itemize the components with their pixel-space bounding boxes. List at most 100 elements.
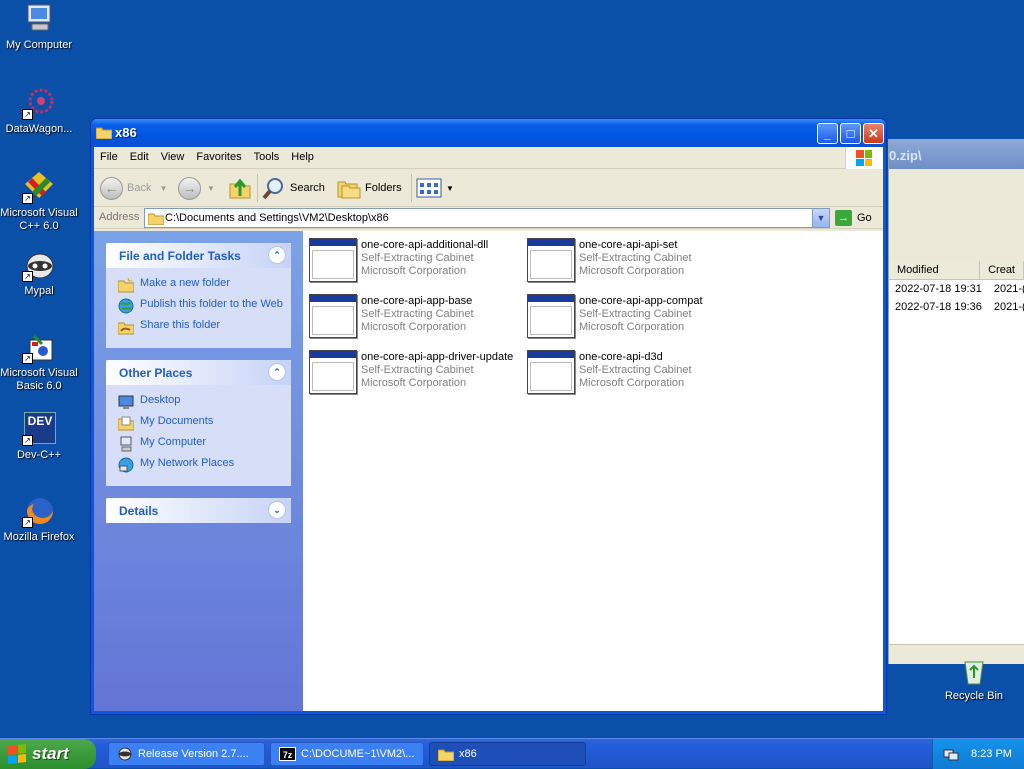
file-item[interactable]: one-core-api-additional-dll Self-Extract… — [309, 238, 519, 284]
taskbar-button-x86[interactable]: x86 — [429, 742, 586, 766]
go-arrow-icon: → — [835, 210, 852, 226]
shortcut-arrow-icon: ↗ — [22, 435, 33, 446]
place-label: Desktop — [140, 394, 181, 406]
task-pane: File and Folder Tasks ⌃ Make a new folde… — [94, 231, 303, 711]
shortcut-arrow-icon: ↗ — [22, 193, 33, 204]
up-button[interactable] — [228, 175, 252, 201]
background-window-title: 0.zip\ — [889, 148, 922, 163]
desktop-icon-visual-basic[interactable]: ↗ Microsoft Visual Basic 6.0 — [0, 330, 78, 393]
menu-tools[interactable]: Tools — [248, 147, 286, 169]
desktop-icon-recycle-bin[interactable]: Recycle Bin — [938, 660, 1010, 702]
menu-help[interactable]: Help — [285, 147, 320, 169]
other-places-header[interactable]: Other Places ⌃ — [106, 360, 291, 385]
forward-button[interactable]: → ▼ — [178, 175, 215, 201]
start-button[interactable]: start — [0, 739, 96, 769]
seven-zip-icon: 7z — [279, 747, 296, 761]
file-item[interactable]: one-core-api-app-driver-update Self-Extr… — [309, 350, 519, 396]
address-dropdown-button[interactable]: ▼ — [812, 209, 829, 227]
file-item[interactable]: one-core-api-api-set Self-Extracting Cab… — [527, 238, 737, 284]
address-input[interactable]: C:\Documents and Settings\VM2\Desktop\x8… — [144, 208, 830, 228]
network-tray-icon[interactable] — [943, 746, 959, 762]
release-app-icon — [118, 747, 132, 761]
file-view[interactable]: one-core-api-additional-dll Self-Extract… — [303, 231, 883, 711]
details-header[interactable]: Details ⌄ — [106, 498, 291, 523]
expand-icon[interactable]: ⌄ — [268, 501, 286, 519]
desktop-icon-devcpp[interactable]: DEV ↗ Dev-C++ — [0, 412, 78, 462]
shortcut-arrow-icon: ↗ — [22, 517, 33, 528]
desktop-icon-firefox[interactable]: ↗ Mozilla Firefox — [0, 494, 78, 544]
back-label: Back — [127, 182, 152, 194]
place-my-documents[interactable]: My Documents — [118, 415, 283, 431]
file-name: one-core-api-additional-dll — [361, 239, 489, 251]
place-my-computer[interactable]: My Computer — [118, 436, 283, 452]
menu-file[interactable]: File — [94, 147, 124, 169]
close-icon: ✕ — [868, 126, 879, 141]
background-window-titlebar[interactable]: 0.zip\ — [889, 139, 1024, 169]
file-company: Microsoft Corporation — [579, 377, 685, 389]
folders-label: Folders — [365, 182, 402, 194]
shortcut-arrow-icon: ↗ — [22, 271, 33, 282]
folders-button[interactable]: Folders — [337, 175, 402, 201]
taskbar-button-7zip[interactable]: 7z C:\DOCUME~1\VM2\... — [270, 742, 424, 766]
column-header-modified[interactable]: Modified — [889, 261, 981, 279]
task-share-folder[interactable]: Share this folder — [118, 319, 283, 335]
chevron-down-icon: ▼ — [446, 183, 454, 193]
file-item[interactable]: one-core-api-app-compat Self-Extracting … — [527, 294, 737, 340]
background-file-list[interactable]: Modified Creat 2022-07-18 19:31 2021-( 2… — [889, 261, 1024, 644]
place-desktop[interactable]: Desktop — [118, 394, 283, 410]
search-button[interactable]: Search — [262, 175, 325, 201]
windows-logo-icon — [845, 147, 883, 169]
views-icon — [416, 178, 442, 198]
explorer-window[interactable]: x86 _ □ ✕ File Edit View Favorites Tools Help… — [90, 118, 887, 715]
place-label: My Computer — [140, 436, 207, 448]
cabinet-file-icon — [309, 294, 357, 338]
clock[interactable]: 8:23 PM — [971, 748, 1012, 760]
forward-arrow-icon: → — [178, 176, 201, 200]
collapse-icon[interactable]: ⌃ — [268, 363, 286, 381]
file-company: Microsoft Corporation — [361, 377, 467, 389]
taskbar-button-label: Release Version 2.7.... — [138, 748, 249, 760]
standard-toolbar: ← Back ▼ → ▼ Search Folders ▼ — [94, 169, 883, 207]
cabinet-file-icon — [527, 350, 575, 394]
start-label: start — [32, 744, 69, 763]
list-header: Modified Creat — [889, 261, 1024, 280]
cabinet-file-icon — [527, 238, 575, 282]
new-folder-icon — [118, 277, 134, 293]
close-button[interactable]: ✕ — [863, 123, 884, 144]
desktop-icon-visual-cpp[interactable]: ↗ Microsoft Visual C++ 6.0 — [0, 170, 78, 233]
file-type: Self-Extracting Cabinet — [361, 308, 474, 320]
collapse-icon[interactable]: ⌃ — [268, 246, 286, 264]
task-make-new-folder[interactable]: Make a new folder — [118, 277, 283, 293]
background-7zip-window[interactable]: 0.zip\ Modified Creat 2022-07-18 19:31 2… — [888, 139, 1024, 664]
address-path: C:\Documents and Settings\VM2\Desktop\x8… — [165, 212, 389, 224]
views-button[interactable]: ▼ — [416, 175, 454, 201]
desktop-icon-my-computer[interactable]: My Computer — [0, 2, 78, 52]
desktop-icon-mypal[interactable]: ↗ Mypal — [0, 248, 78, 298]
table-row[interactable]: 2022-07-18 19:31 2021-( — [889, 280, 1024, 298]
desktop-icon-datawagon[interactable]: ↗ DataWagon... — [0, 86, 78, 136]
taskbar-button-release[interactable]: Release Version 2.7.... — [108, 742, 265, 766]
minimize-button[interactable]: _ — [817, 123, 838, 144]
back-button[interactable]: ← Back ▼ — [100, 175, 167, 201]
place-my-network-places[interactable]: My Network Places — [118, 457, 283, 473]
menu-edit[interactable]: Edit — [124, 147, 155, 169]
table-row[interactable]: 2022-07-18 19:36 2021-( — [889, 298, 1024, 316]
file-folder-tasks-header[interactable]: File and Folder Tasks ⌃ — [106, 243, 291, 268]
file-name: one-core-api-app-base — [361, 295, 473, 307]
file-item[interactable]: one-core-api-d3d Self-Extracting Cabinet… — [527, 350, 737, 396]
file-item[interactable]: one-core-api-app-base Self-Extracting Ca… — [309, 294, 519, 340]
place-label: My Network Places — [140, 457, 235, 469]
menu-view[interactable]: View — [155, 147, 191, 169]
column-header-created[interactable]: Creat — [980, 261, 1024, 279]
search-icon — [262, 178, 283, 200]
window-titlebar[interactable]: x86 _ □ ✕ — [91, 119, 886, 147]
go-button[interactable]: → Go — [835, 210, 872, 226]
windows-flag-icon — [8, 744, 26, 764]
file-company: Microsoft Corporation — [361, 265, 467, 277]
firefox-icon: ↗ — [22, 494, 56, 528]
recycle-bin-icon — [959, 660, 989, 686]
menu-favorites[interactable]: Favorites — [190, 147, 247, 169]
task-publish-to-web[interactable]: Publish this folder to the Web — [118, 298, 283, 314]
task-label: Make a new folder — [140, 277, 230, 289]
maximize-button[interactable]: □ — [840, 123, 861, 144]
